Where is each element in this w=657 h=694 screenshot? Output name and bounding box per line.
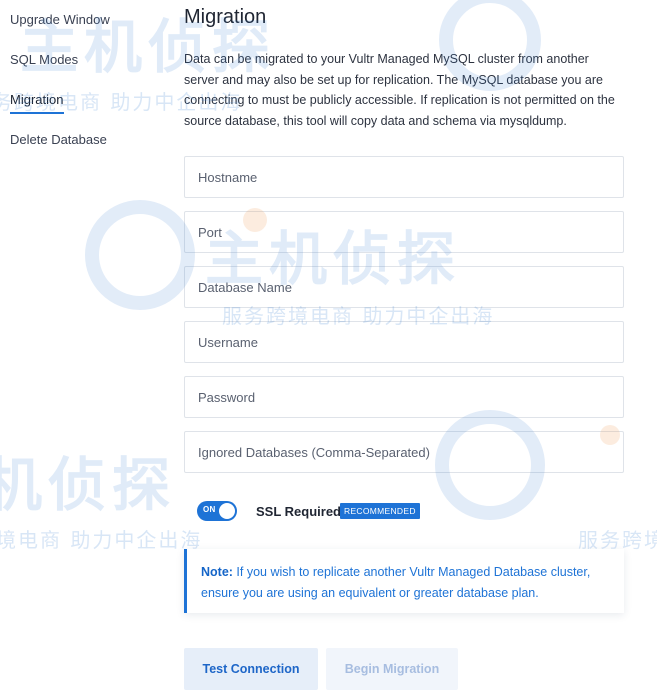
watermark-logo-text-3: 主机侦探 bbox=[0, 451, 177, 519]
note-text: If you wish to replicate another Vultr M… bbox=[201, 565, 591, 600]
active-tab-indicator bbox=[10, 112, 64, 114]
port-input[interactable] bbox=[184, 211, 624, 253]
username-input[interactable] bbox=[184, 321, 624, 363]
note-prefix: Note: bbox=[201, 565, 233, 579]
ssl-required-label: SSL Required bbox=[256, 504, 342, 519]
toggle-knob bbox=[219, 503, 235, 519]
migration-description: Data can be migrated to your Vultr Manag… bbox=[184, 52, 615, 128]
page-title: Migration bbox=[184, 6, 267, 28]
sidebar-item-upgrade-window[interactable]: Upgrade Window bbox=[10, 12, 110, 27]
sidebar-item-delete-database[interactable]: Delete Database bbox=[10, 132, 107, 147]
replication-note: Note: If you wish to replicate another V… bbox=[184, 549, 624, 613]
recommended-badge: RECOMMENDED bbox=[340, 503, 420, 519]
database-name-input[interactable] bbox=[184, 266, 624, 308]
password-input[interactable] bbox=[184, 376, 624, 418]
sidebar-item-migration[interactable]: Migration bbox=[10, 92, 63, 107]
watermark-slogan-3: 服务跨境电商 助力中企出海 bbox=[0, 528, 203, 552]
ssl-required-toggle[interactable]: ON bbox=[197, 501, 237, 521]
begin-migration-button[interactable]: Begin Migration bbox=[326, 648, 458, 690]
ignored-databases-input[interactable] bbox=[184, 431, 624, 473]
hostname-input[interactable] bbox=[184, 156, 624, 198]
test-connection-button[interactable]: Test Connection bbox=[184, 648, 318, 690]
toggle-state-label: ON bbox=[203, 505, 216, 514]
sidebar-item-sql-modes[interactable]: SQL Modes bbox=[10, 52, 78, 67]
